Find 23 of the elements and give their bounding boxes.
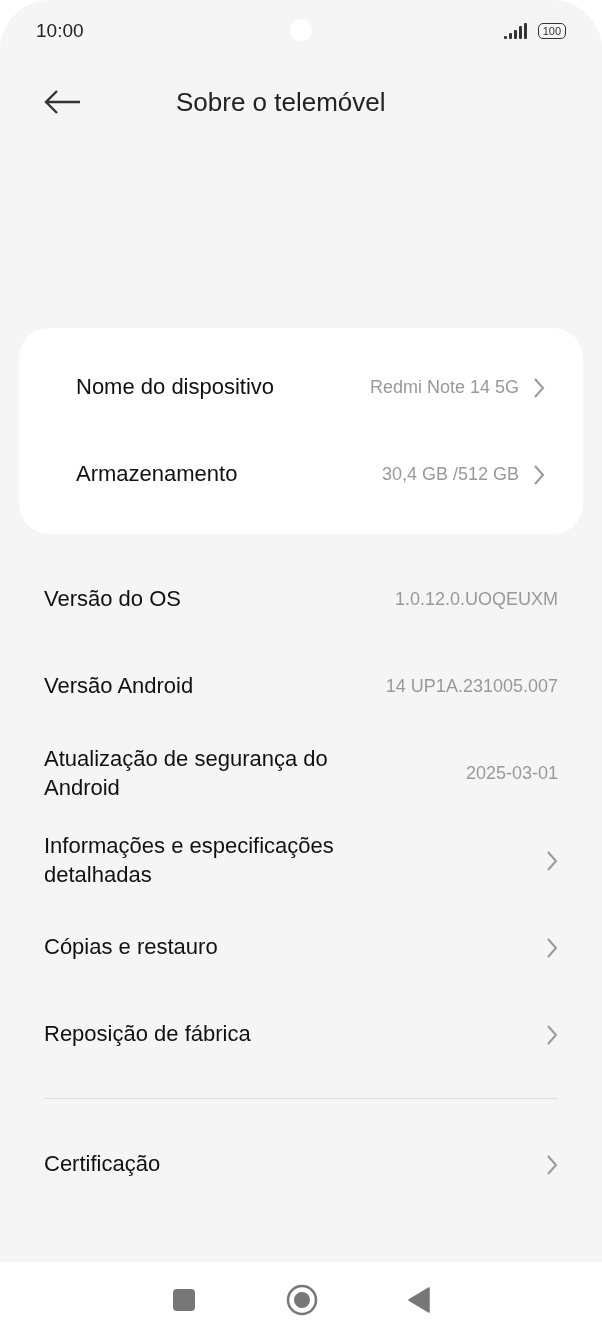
status-time: 10:00: [36, 20, 84, 42]
settings-item[interactable]: Armazenamento 30,4 GB /512 GB: [19, 431, 583, 518]
recents-icon[interactable]: [172, 1287, 196, 1312]
settings-item: Atualização de segurança do Android 2025-03-01: [43, 744, 559, 802]
signal-icon: [503, 22, 530, 40]
home-icon[interactable]: [286, 1283, 318, 1316]
page-title: Sobre o telemóvel: [176, 86, 386, 118]
settings-item: Versão Android 14 UP1A.231005.007: [43, 672, 559, 701]
settings-item: Versão do OS 1.0.12.0.UOQEUXM: [43, 585, 559, 614]
back-button[interactable]: [44, 90, 82, 114]
chevron-icon: [546, 936, 558, 959]
chevron-icon: [533, 463, 545, 486]
chevron-icon: [546, 1153, 558, 1176]
chevron-icon: [546, 1023, 558, 1046]
settings-item[interactable]: Informações e especificações detalhadas: [0, 817, 602, 904]
back-icon[interactable]: [408, 1286, 430, 1313]
settings-item[interactable]: Nome do dispositivo Redmi Note 14 5G: [19, 344, 583, 431]
battery-indicator: 100: [537, 23, 566, 39]
settings-item[interactable]: Certificação: [0, 1121, 602, 1208]
chevron-icon: [533, 376, 545, 399]
settings-item[interactable]: Cópias e restauro: [0, 904, 602, 991]
chevron-icon: [546, 849, 558, 872]
settings-item[interactable]: Reposição de fábrica: [0, 991, 602, 1078]
